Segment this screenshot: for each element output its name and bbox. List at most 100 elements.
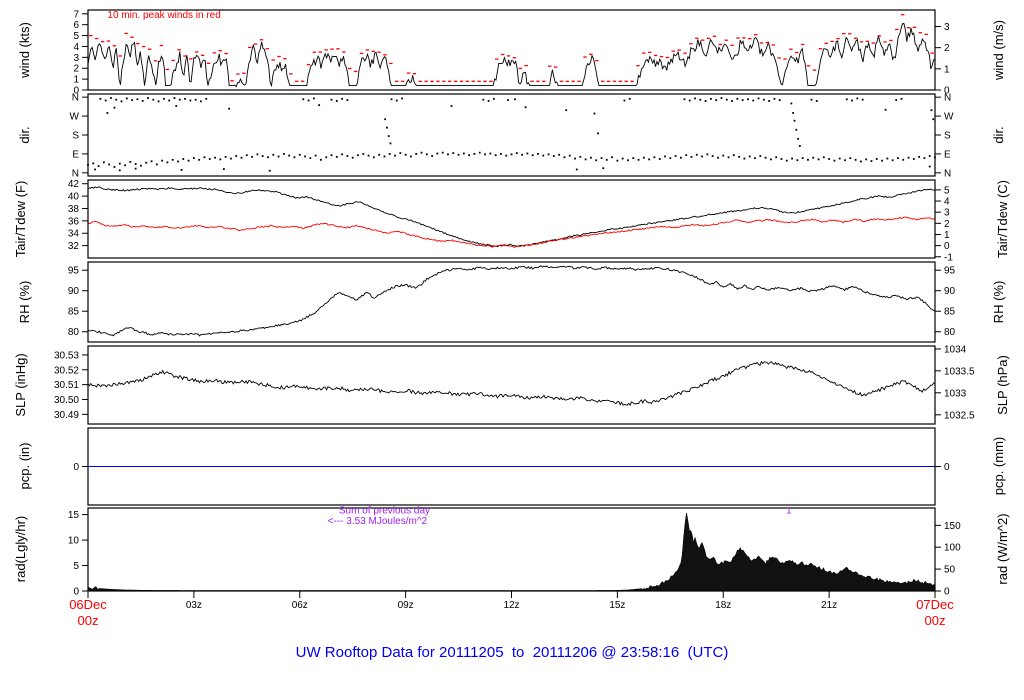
panel-rh-box (87, 261, 936, 343)
slp-left-tick-label: 30.51 (54, 380, 79, 391)
temp-left-tick-label: 34 (68, 229, 80, 240)
annotation: <--- 3.53 MJoules/m^2 (328, 516, 428, 527)
wind-left-tick-label: 5 (73, 31, 79, 42)
y-axis-label-rad-right: rad (W/m^2) (994, 513, 1010, 585)
temp-right-tick-label: 5 (944, 185, 950, 196)
dir-left-tick-label: W (70, 112, 80, 123)
slp-left-tick-label: 30.52 (54, 365, 79, 376)
temp-left-tick-label: 38 (68, 204, 80, 215)
temp-right-tick-label: 0 (944, 241, 950, 252)
start-date-line1: 06Dec (69, 597, 107, 612)
wind-left-tick-label: 2 (73, 64, 79, 75)
meteogram-figure: 0 1 2 3 4 5 6 7 0 1 2 3 10 min. peak winds in red N E S… (0, 0, 1024, 700)
rad-right-tick-label: 100 (944, 543, 961, 554)
panel-dir: NESWNNESWN (70, 93, 954, 180)
rad-right-tick-label: 50 (944, 565, 956, 576)
panel-dir-box (87, 93, 936, 177)
temp-right-tick-label: 2 (944, 219, 950, 230)
x-tick-label: 03z (186, 600, 202, 611)
slp-left-tick-label: 30.50 (54, 395, 79, 406)
annotation: 10 min. peak winds in red (107, 10, 220, 21)
dir-right-tick-label: W (944, 112, 954, 123)
rh-right-tick-label: 90 (944, 286, 956, 297)
temp-right-tick-label: -1 (944, 252, 953, 263)
rh-right-tick-label: 95 (944, 266, 956, 277)
y-axis-label-rad-left: rad(Lgly/hr) (12, 515, 28, 583)
panel-temp: 323436384042-1012345 (68, 179, 953, 263)
wind-right-tick-label: 2 (944, 43, 950, 54)
start-date-line2: 00z (77, 613, 99, 628)
dir-right-tick-label: E (944, 149, 951, 160)
wind-left-tick-label: 7 (73, 9, 79, 20)
panel-wind: 01234567012310 min. peak winds in red (73, 9, 950, 96)
rad-right-tick-label: 150 (944, 521, 961, 532)
rad-left-tick-label: 0 (73, 587, 79, 598)
x-tick-label: 09z (398, 600, 414, 611)
dir-right-tick-label: N (944, 93, 951, 104)
panel-slp: 30.49 30.50 30.51 30.52 30.53 1032.5 1033 1033.… (54, 344, 975, 425)
panel-slp-box (87, 345, 936, 425)
wind-left-tick-label: 3 (73, 53, 79, 64)
x-tick-label: 21z (821, 600, 837, 611)
wind-left-tick-label: 4 (73, 42, 79, 53)
panel-rh: 80 85 90 95 80 85 90 95 (68, 261, 956, 343)
wind-right-tick-label: 3 (944, 22, 950, 33)
rad-left-tick-label: 10 (68, 536, 80, 547)
series-wind-direction (87, 97, 936, 172)
rh-right-tick-label: 80 (944, 327, 956, 338)
dir-left-tick-label: E (72, 149, 79, 160)
panel-pcp: 00 (73, 427, 950, 506)
dir-right-tick-label: S (944, 131, 951, 142)
rh-left-tick-label: 90 (68, 286, 80, 297)
panel-rad: 051015050100150Sum of previous day<--- 3… (68, 506, 961, 598)
series-peak-winds (89, 14, 934, 82)
temp-left-tick-label: 32 (68, 241, 80, 252)
chart-canvas: 01234567012310 min. peak winds in redNES… (54, 9, 975, 611)
slp-left-tick-label: 30.53 (54, 350, 79, 361)
rh-left-tick-label: 95 (68, 266, 80, 277)
temp-right-tick-label: 3 (944, 208, 950, 219)
wind-left-tick-label: 1 (73, 75, 79, 86)
dir-left-tick-label: N (72, 168, 79, 179)
slp-left-tick-label: 30.49 (54, 410, 79, 421)
end-date-line1: 07Dec (916, 597, 954, 612)
dir-right-tick-label: N (944, 168, 951, 179)
temp-right-tick-label: 1 (944, 230, 950, 241)
slp-right-tick-label: 1033.5 (944, 366, 975, 377)
panel-wind-box (87, 9, 936, 91)
pcp-right-tick-label: 0 (944, 462, 950, 473)
rad-left-tick-label: 15 (68, 510, 80, 521)
x-tick-label: 12z (503, 600, 519, 611)
annotation: 1 (786, 506, 791, 516)
x-axis: 03z 06z 09z 12z 15z 18z 21z (87, 591, 936, 611)
pcp-left-tick-label: 0 (73, 462, 79, 473)
wind-right-tick-label: 1 (944, 64, 950, 75)
figure-title: UW Rooftop Data for 20111205 to 20111206… (295, 644, 729, 661)
x-axis-end-date: 07Dec 00z (890, 597, 980, 629)
rad-right-tick-label: 0 (944, 587, 950, 598)
x-axis-start-date: 06Dec 00z (43, 597, 133, 629)
series-relative-humidity (87, 265, 936, 337)
rad-left-tick-label: 5 (73, 561, 79, 572)
x-tick-label: 18z (715, 600, 731, 611)
series-tair (87, 186, 936, 248)
temp-left-tick-label: 36 (68, 216, 80, 227)
x-tick-label: 15z (609, 600, 625, 611)
dir-left-tick-label: N (72, 93, 79, 104)
wind-left-tick-label: 6 (73, 20, 79, 31)
slp-right-tick-label: 1034 (944, 344, 967, 355)
temp-left-tick-label: 42 (68, 179, 80, 190)
x-tick-label: 06z (292, 600, 308, 611)
temp-left-tick-label: 40 (68, 192, 80, 203)
slp-right-tick-label: 1033 (944, 388, 967, 399)
rh-left-tick-label: 85 (68, 307, 80, 318)
series-tdew (87, 216, 936, 249)
series-solar-radiation (87, 512, 936, 592)
rh-left-tick-label: 80 (68, 327, 80, 338)
temp-right-tick-label: 4 (944, 197, 950, 208)
rh-right-tick-label: 85 (944, 307, 956, 318)
series-wind-speed (87, 22, 936, 88)
dir-left-tick-label: S (72, 131, 79, 142)
end-date-line2: 00z (924, 613, 946, 628)
slp-right-tick-label: 1032.5 (944, 410, 975, 421)
